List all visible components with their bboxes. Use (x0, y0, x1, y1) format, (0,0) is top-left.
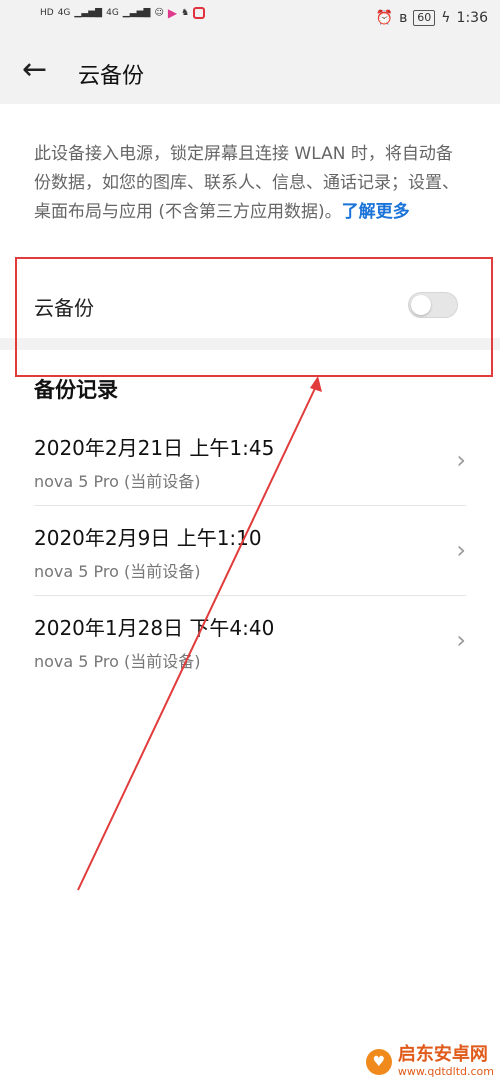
watermark-text: 启东安卓网 www.qdtdltd.com (397, 1044, 494, 1079)
watermark-name: 启东安卓网 (397, 1044, 488, 1065)
watermark-url: www.qdtdltd.com (397, 1065, 494, 1078)
annotation-arrow (77, 376, 322, 891)
arrow-line (77, 381, 319, 891)
watermark-logo-icon: ♥ (365, 1048, 392, 1075)
arrow-head (310, 376, 322, 392)
watermark: ♥ 启东安卓网 www.qdtdltd.com (365, 1044, 494, 1079)
